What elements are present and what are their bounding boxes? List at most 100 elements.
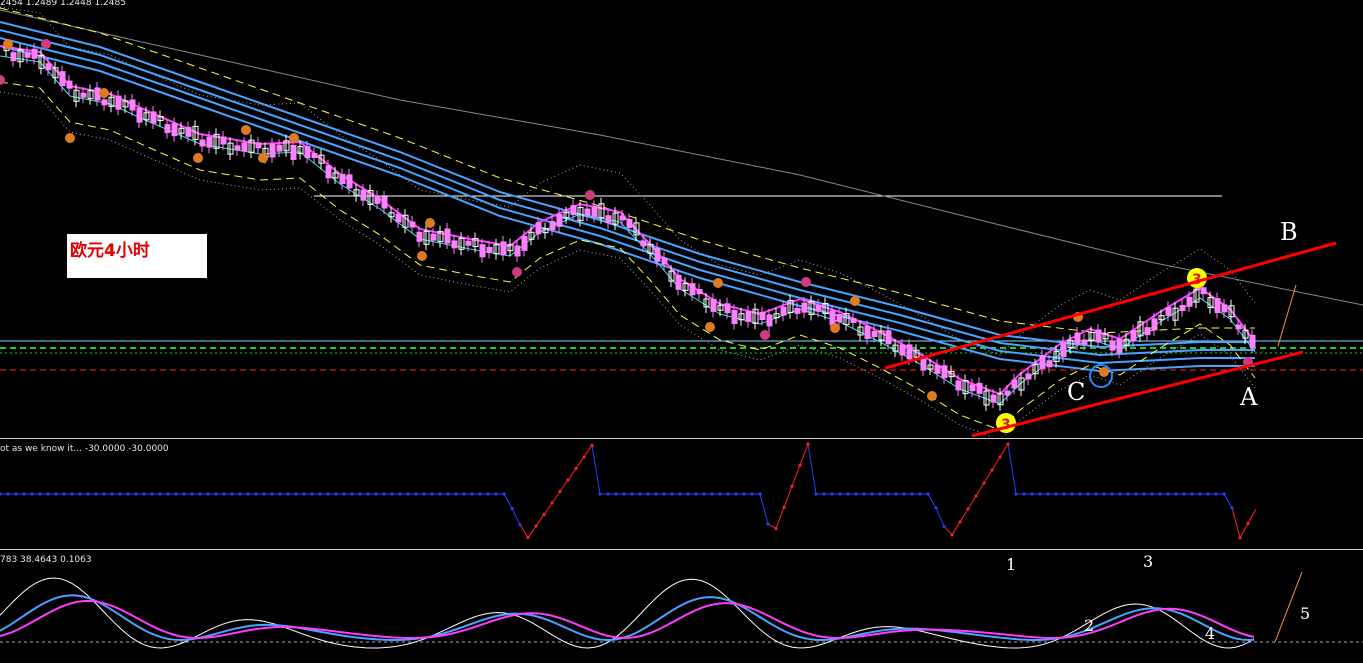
indicator1-pane[interactable]: ot as we know it... -30.0000 -30.0000 (0, 438, 1363, 549)
indicator1-segment (503, 493, 513, 509)
indicator1-dot (0, 492, 2, 496)
indicator1-dot (1126, 492, 1130, 496)
fractal-marker (0, 75, 5, 85)
candle-body (45, 63, 52, 71)
candle-body (339, 174, 346, 184)
indicator1-segment (943, 525, 953, 536)
indicator1-segment (807, 443, 817, 495)
indicator1-dot (1102, 492, 1106, 496)
indicator1-dot (110, 492, 114, 496)
candle-body (955, 380, 962, 391)
indicator1-dot (190, 492, 194, 496)
indicator1-dot (1030, 492, 1034, 496)
candle-body (311, 153, 318, 159)
indicator1-dot (1150, 492, 1154, 496)
candle-body (220, 136, 227, 145)
candle-body (1179, 305, 1186, 311)
candle-body (759, 312, 766, 320)
indicator1-dot (214, 492, 218, 496)
candle-body (766, 314, 773, 327)
indicator2-pane[interactable]: 783 38.4643 0.1063 1 2 3 4 5 (0, 549, 1363, 663)
candle-body (1249, 334, 1256, 348)
indicator1-dot (862, 492, 866, 496)
fractal-marker (41, 39, 51, 49)
candle-body (941, 365, 948, 379)
indicator1-dot (326, 492, 330, 496)
price-chart-canvas[interactable]: 33 (0, 0, 1363, 437)
indicator1-dot (118, 492, 122, 496)
indicator1-dot (1006, 442, 1010, 446)
indicator1-dot (166, 492, 170, 496)
indicator1-dot (654, 492, 658, 496)
indicator1-dot (470, 492, 474, 496)
candle-body (570, 205, 577, 216)
fractal-marker (801, 277, 811, 287)
candle-body (934, 364, 941, 374)
price-chart-pane[interactable]: 2454 1.2489 1.2448 1.2485 33 欧元4小时 B C A (0, 0, 1363, 437)
indicator1-dot (462, 492, 466, 496)
indicator1-dot (486, 492, 490, 496)
indicator1-dot (870, 492, 874, 496)
indicator1-dot (958, 520, 962, 524)
fractal-marker (850, 296, 860, 306)
candle-body (871, 331, 878, 337)
candle-body (24, 51, 31, 58)
candle-body (1116, 339, 1123, 353)
projection-line (1277, 284, 1297, 347)
indicator1-segment (759, 493, 769, 525)
indicator1-dot (1230, 506, 1234, 510)
candle-body (710, 298, 717, 312)
indicator1-dot (150, 492, 154, 496)
indicator1-dot (1118, 492, 1122, 496)
candle-body (1186, 296, 1193, 307)
indicator1-dot (782, 505, 786, 509)
indicator1-segment (519, 524, 529, 538)
envelope-upper-line (0, 6, 1256, 356)
candle-body (1144, 327, 1151, 336)
indicator1-dot (662, 492, 666, 496)
indicator1-dot (694, 492, 698, 496)
fractal-marker (417, 251, 427, 261)
candle-body (304, 146, 311, 158)
indicator1-dot (830, 492, 834, 496)
indicator1-dot (974, 494, 978, 498)
indicator1-dot (950, 533, 954, 537)
indicator1-dot (246, 492, 250, 496)
indicator1-dot (1166, 492, 1170, 496)
indicator1-dot (454, 492, 458, 496)
indicator1-dot (622, 492, 626, 496)
indicator1-canvas[interactable] (0, 439, 1363, 549)
candle-body (514, 245, 521, 257)
indicator1-dot (62, 492, 66, 496)
indicator1-dot (758, 492, 762, 496)
fractal-marker (830, 323, 840, 333)
indicator2-canvas[interactable] (0, 550, 1363, 663)
candle-body (1011, 379, 1018, 389)
fractal-marker (512, 267, 522, 277)
candle-body (374, 195, 381, 204)
indicator1-dot (14, 492, 18, 496)
candle-body (10, 52, 17, 62)
candle-body (479, 244, 486, 258)
candle-body (416, 231, 423, 242)
indicator1-segment (983, 469, 993, 484)
count-label-1: 1 (1006, 555, 1017, 574)
candle-body (1130, 330, 1137, 342)
indicator1-dot (1198, 492, 1202, 496)
indicator1-dot (790, 484, 794, 488)
indicator1-dot (278, 492, 282, 496)
candle-body (920, 358, 927, 371)
indicator1-dot (1054, 492, 1058, 496)
indicator1-dot (886, 492, 890, 496)
candle-body (241, 142, 248, 152)
candle-body (185, 126, 192, 137)
indicator1-segment (535, 514, 545, 527)
candle-body (745, 311, 752, 322)
indicator1-segment (1239, 523, 1249, 538)
indicator1-segment (1007, 443, 1017, 495)
candle-body (486, 246, 493, 253)
indicator1-segment (935, 507, 945, 527)
candle-body (66, 80, 73, 89)
indicator1-dot (222, 492, 226, 496)
indicator1-dot (734, 492, 738, 496)
